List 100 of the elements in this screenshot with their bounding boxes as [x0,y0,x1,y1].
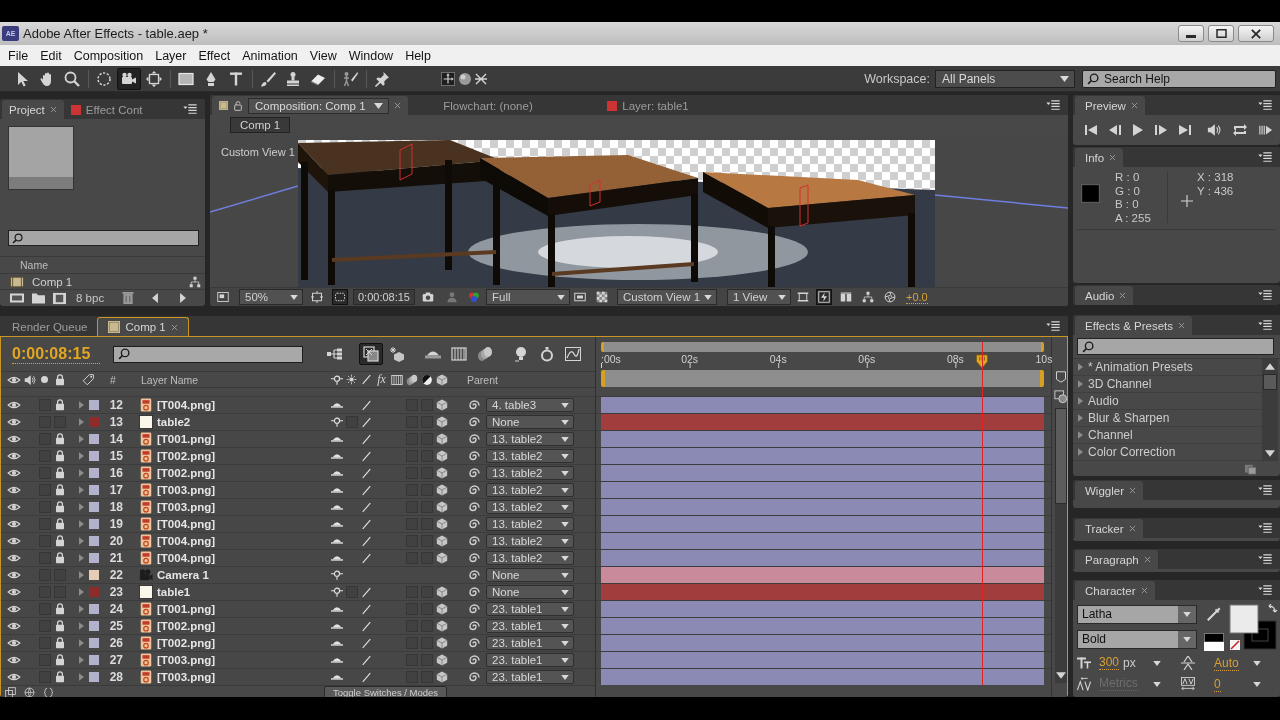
eye-icon[interactable] [7,400,21,410]
parent-dropdown[interactable]: 13. table2 [486,500,574,514]
layer-name[interactable]: table2 [157,416,191,428]
right-arrow-icon[interactable] [180,293,187,303]
layer-search-field[interactable] [113,345,303,363]
spiral-icon[interactable] [468,468,480,478]
spiral-icon[interactable] [468,434,480,444]
panel-menu-icon[interactable] [1258,320,1272,330]
film-strip-icon[interactable] [390,373,403,386]
quality-slash-icon[interactable] [361,374,372,385]
lock-icon[interactable] [54,433,65,445]
collapse-switch-icon[interactable] [330,374,343,385]
menu-item[interactable]: Edit [34,48,68,63]
menu-item[interactable]: Composition [67,48,150,63]
layer-name[interactable]: table1 [157,586,191,598]
column-header[interactable]: Name [20,259,48,271]
lock-icon[interactable] [54,501,65,513]
cube-icon[interactable] [435,399,448,411]
panel-menu-icon[interactable] [1258,523,1272,533]
scroll-down-icon[interactable] [1055,672,1066,679]
composition-dropdown[interactable]: Composition: Comp 1 [248,97,389,114]
close-button[interactable] [1238,25,1274,42]
shy-switch-icon[interactable] [330,487,343,493]
close-icon[interactable] [1130,102,1138,109]
cube-icon[interactable] [435,518,448,530]
quality-slash-icon[interactable] [361,501,372,513]
parent-dropdown[interactable]: 23. table1 [486,670,574,684]
toggle-switches-modes-button[interactable]: Toggle Switches / Modes [324,685,448,697]
effect-category[interactable]: * Animation Presets [1073,359,1262,376]
quality-slash-icon[interactable] [361,518,372,530]
label-swatch-icon[interactable] [89,485,99,495]
cube-icon[interactable] [435,373,448,386]
layer-name[interactable]: [T003.png] [157,484,216,496]
spiral-icon[interactable] [468,519,480,529]
spiral-icon[interactable] [468,604,480,614]
twirl-triangle-icon[interactable] [78,520,84,528]
spiral-icon[interactable] [468,502,480,512]
eye-icon[interactable] [7,434,21,444]
eye-icon[interactable] [7,570,21,580]
lock-icon[interactable] [54,450,65,462]
eye-icon[interactable] [7,502,21,512]
label-swatch-icon[interactable] [89,519,99,529]
label-swatch-icon[interactable] [89,502,99,512]
layer-name[interactable]: [T001.png] [157,433,216,445]
fill-stroke-swatches-icon[interactable] [1229,604,1278,651]
parent-dropdown[interactable]: None [486,415,574,429]
parent-dropdown[interactable]: 13. table2 [486,534,574,548]
shy-switch-icon[interactable] [330,538,343,544]
project-item[interactable]: Comp 1 [0,274,189,289]
shy-switch-icon[interactable] [330,606,343,612]
shy-switch-icon[interactable] [330,555,343,561]
menu-item[interactable]: Window [342,48,400,63]
previous-frame-icon[interactable] [1109,124,1121,136]
twirl-triangle-icon[interactable] [78,571,84,579]
twirl-triangle-icon[interactable] [78,418,84,426]
maximize-button[interactable] [1208,25,1234,42]
spiral-icon[interactable] [468,485,480,495]
loop-icon[interactable] [1233,123,1247,137]
dropdown-caret-icon[interactable] [1153,660,1161,666]
close-icon[interactable] [394,102,401,109]
eyedropper-icon[interactable] [1206,606,1222,622]
panel-menu-icon[interactable] [1258,554,1272,564]
lock-icon[interactable] [54,671,65,683]
cube-icon[interactable] [435,637,448,649]
cube-icon[interactable] [435,501,448,513]
twirl-triangle-icon[interactable] [78,656,84,664]
twirl-triangle-icon[interactable] [78,486,84,494]
scroll-thumb[interactable] [1263,374,1277,390]
quality-slash-icon[interactable] [361,671,372,683]
quality-slash-icon[interactable] [361,433,372,445]
panel-tab[interactable]: Info [1075,148,1124,167]
lock-icon[interactable] [54,620,65,632]
parent-dropdown[interactable]: 13. table2 [486,551,574,565]
stacked-frames-icon[interactable] [5,686,16,697]
spiral-icon[interactable] [468,672,480,682]
close-icon[interactable] [49,106,57,113]
viewer-toggle-button[interactable] [309,289,325,305]
twirl-triangle-icon[interactable] [78,503,84,511]
panel-menu-icon[interactable] [1258,585,1272,595]
parent-dropdown[interactable]: 13. table2 [486,466,574,480]
panel-tab[interactable]: Layer: table1 [568,96,728,115]
parent-dropdown[interactable]: 23. table1 [486,636,574,650]
next-frame-icon[interactable] [1155,124,1167,136]
layer-name[interactable]: Camera 1 [157,569,209,581]
tracking-value[interactable]: 0 [1214,677,1221,692]
effects-search-field[interactable] [1077,338,1274,355]
viewer-toggle-button[interactable] [860,289,876,305]
shy-switch-icon[interactable] [330,521,343,527]
viewer-toggle-button[interactable] [816,289,832,305]
3d-view-dropdown[interactable]: Custom View 1 [617,289,717,305]
quality-slash-icon[interactable] [361,552,372,564]
parent-dropdown[interactable]: None [486,568,574,582]
panel-menu-icon[interactable] [1046,100,1060,110]
timeline-switch-button[interactable] [359,343,383,365]
tag-icon[interactable] [81,373,95,386]
shy-switch-icon[interactable] [330,402,343,408]
effect-category[interactable]: Audio [1073,393,1262,410]
shy-switch-icon[interactable] [330,623,343,629]
layer-name[interactable]: [T003.png] [157,671,216,683]
layer-name[interactable]: [T003.png] [157,501,216,513]
